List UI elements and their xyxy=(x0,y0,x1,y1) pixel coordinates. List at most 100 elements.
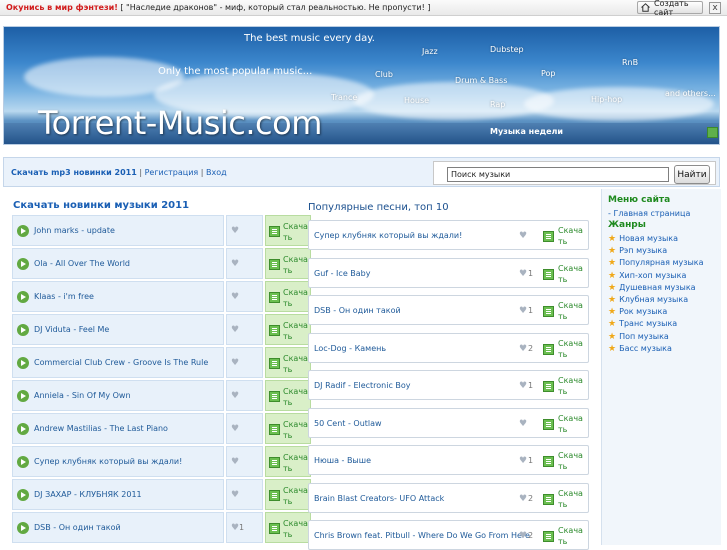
promo-message[interactable]: [ "Наследие драконов" - миф, который ста… xyxy=(120,3,430,12)
like-button[interactable]: ♥ xyxy=(226,446,263,477)
sidebar-genre-item[interactable]: ★ Клубная музыка xyxy=(608,295,688,305)
play-icon[interactable] xyxy=(17,456,29,468)
top-track-row[interactable]: Guf - Ice Baby ♥ 1 Скачать xyxy=(308,257,589,288)
sidebar-genre-item[interactable]: ★ Хип-хоп музыка xyxy=(608,271,686,281)
nav-login-link[interactable]: Вход xyxy=(206,168,227,177)
promo-text[interactable]: Окунись в мир фэнтези! [ "Наследие драко… xyxy=(6,3,430,12)
sidebar-home-link[interactable]: - Главная страница xyxy=(608,209,690,218)
track-title[interactable]: Andrew Mastilias - The Last Piano xyxy=(34,424,168,433)
site-logo[interactable]: Torrent-Music.com xyxy=(38,104,322,142)
close-icon[interactable]: x xyxy=(709,2,721,14)
play-icon[interactable] xyxy=(17,522,29,534)
track-main[interactable]: DJ ЗАХАР - КЛУБНЯК 2011 xyxy=(12,479,224,510)
search-input[interactable] xyxy=(447,167,669,182)
play-icon[interactable] xyxy=(17,390,29,402)
track-main[interactable]: Andrew Mastilias - The Last Piano xyxy=(12,413,224,444)
heart-icon[interactable]: ♥ xyxy=(519,494,527,504)
download-button[interactable]: Скачать xyxy=(265,248,311,279)
download-button[interactable]: Скачать xyxy=(541,523,587,548)
top-track-row[interactable]: DSB - Он один такой ♥ 1 Скачать xyxy=(308,295,589,325)
like-button[interactable]: ♥ xyxy=(226,347,263,378)
top-track-row[interactable]: Супер клубняк который вы ждали! ♥ Скачать xyxy=(308,220,589,250)
sidebar-genre-item[interactable]: ★ Рок музыка xyxy=(608,307,667,317)
download-button[interactable]: Скачать xyxy=(265,479,311,510)
track-title[interactable]: DJ ЗАХАР - КЛУБНЯК 2011 xyxy=(34,490,142,499)
track-title[interactable]: Guf - Ice Baby xyxy=(314,269,370,278)
download-button[interactable]: Скачать xyxy=(541,261,587,286)
search-button[interactable]: Найти xyxy=(674,165,710,184)
top-track-row[interactable]: Нюша - Выше ♥ 1 Скачать xyxy=(308,445,589,475)
download-button[interactable]: Скачать xyxy=(541,223,587,248)
sidebar-genre-item[interactable]: ★ Транс музыка xyxy=(608,319,677,329)
top-track-row[interactable]: DJ Radif - Electronic Boy ♥ 1 Скачать xyxy=(308,370,589,400)
heart-icon[interactable]: ♥ xyxy=(519,269,527,279)
create-site-button[interactable]: Создать сайт xyxy=(637,0,703,17)
track-title[interactable]: DSB - Он один такой xyxy=(34,523,121,532)
track-main[interactable]: Ola - All Over The World xyxy=(12,248,224,279)
nav-download-link[interactable]: Скачать mp3 новинки 2011 xyxy=(11,168,137,177)
track-main[interactable]: Commercial Club Crew - Groove Is The Rul… xyxy=(12,347,224,378)
download-button[interactable]: Скачать xyxy=(265,347,311,378)
like-button[interactable]: ♥ xyxy=(226,380,263,411)
track-title[interactable]: DSB - Он один такой xyxy=(314,306,401,315)
track-title[interactable]: Klaas - i'm free xyxy=(34,292,94,301)
download-button[interactable]: Скачать xyxy=(265,413,311,444)
heart-icon[interactable]: ♥ xyxy=(519,381,527,391)
like-button[interactable]: ♥ 1 xyxy=(226,512,263,543)
track-title[interactable]: Нюша - Выше xyxy=(314,456,371,465)
new-music-title[interactable]: Скачать новинки музыки 2011 xyxy=(13,200,189,211)
heart-icon[interactable]: ♥ xyxy=(519,231,527,241)
download-button[interactable]: Скачать xyxy=(265,314,311,345)
track-title[interactable]: Commercial Club Crew - Groove Is The Rul… xyxy=(34,358,208,367)
heart-icon[interactable]: ♥ xyxy=(519,306,527,316)
top-track-row[interactable]: Loc-Dog - Камень ♥ 2 Скачать xyxy=(308,332,589,363)
play-icon[interactable] xyxy=(17,489,29,501)
track-title[interactable]: Ola - All Over The World xyxy=(34,259,130,268)
heart-icon[interactable]: ♥ xyxy=(519,344,527,354)
track-title[interactable]: Brain Blast Creators- UFO Attack xyxy=(314,494,444,503)
play-icon[interactable] xyxy=(17,291,29,303)
download-button[interactable]: Скачать xyxy=(541,298,587,323)
music-of-week-icon[interactable] xyxy=(707,127,718,138)
track-title[interactable]: Супер клубняк который вы ждали! xyxy=(314,231,462,240)
music-of-week-label[interactable]: Музыка недели xyxy=(490,127,563,136)
top-track-row[interactable]: 50 Cent - Outlaw ♥ Скачать xyxy=(308,407,589,438)
play-icon[interactable] xyxy=(17,357,29,369)
track-title[interactable]: 50 Cent - Outlaw xyxy=(314,419,382,428)
like-button[interactable]: ♥ xyxy=(226,281,263,312)
heart-icon[interactable]: ♥ xyxy=(519,419,527,429)
nav-register-link[interactable]: Регистрация xyxy=(145,168,199,177)
track-title[interactable]: DJ Radif - Electronic Boy xyxy=(314,381,411,390)
download-button[interactable]: Скачать xyxy=(265,215,311,246)
track-main[interactable]: Klaas - i'm free xyxy=(12,281,224,312)
play-icon[interactable] xyxy=(17,225,29,237)
play-icon[interactable] xyxy=(17,423,29,435)
sidebar-genre-item[interactable]: ★ Новая музыка xyxy=(608,234,678,244)
track-main[interactable]: DJ Viduta - Feel Me xyxy=(12,314,224,345)
sidebar-genre-item[interactable]: ★ Душевная музыка xyxy=(608,283,696,293)
track-main[interactable]: Супер клубняк который вы ждали! xyxy=(12,446,224,477)
track-main[interactable]: John marks - update xyxy=(12,215,224,246)
sidebar-genre-item[interactable]: ★ Басс музыка xyxy=(608,344,672,354)
heart-icon[interactable]: ♥ xyxy=(519,531,527,541)
track-main[interactable]: DSB - Он один такой xyxy=(12,512,224,543)
download-button[interactable]: Скачать xyxy=(265,380,311,411)
download-button[interactable]: Скачать xyxy=(265,446,311,477)
sidebar-genre-item[interactable]: ★ Поп музыка xyxy=(608,332,669,342)
download-button[interactable]: Скачать xyxy=(265,281,311,312)
play-icon[interactable] xyxy=(17,324,29,336)
play-icon[interactable] xyxy=(17,258,29,270)
top-track-row[interactable]: Brain Blast Creators- UFO Attack ♥ 2 Скачат… xyxy=(308,482,589,513)
sidebar-genre-item[interactable]: ★ Популярная музыка xyxy=(608,258,704,268)
download-button[interactable]: Скачать xyxy=(541,486,587,511)
like-button[interactable]: ♥ xyxy=(226,479,263,510)
promo-hot-link[interactable]: Окунись в мир фэнтези! xyxy=(6,3,118,12)
track-title[interactable]: DJ Viduta - Feel Me xyxy=(34,325,109,334)
heart-icon[interactable]: ♥ xyxy=(519,456,527,466)
track-title[interactable]: John marks - update xyxy=(34,226,115,235)
track-title[interactable]: Супер клубняк который вы ждали! xyxy=(34,457,182,466)
track-title[interactable]: Anniela - Sin Of My Own xyxy=(34,391,131,400)
download-button[interactable]: Скачать xyxy=(265,512,311,543)
track-main[interactable]: Anniela - Sin Of My Own xyxy=(12,380,224,411)
sidebar-genre-item[interactable]: ★ Рэп музыка xyxy=(608,246,667,256)
